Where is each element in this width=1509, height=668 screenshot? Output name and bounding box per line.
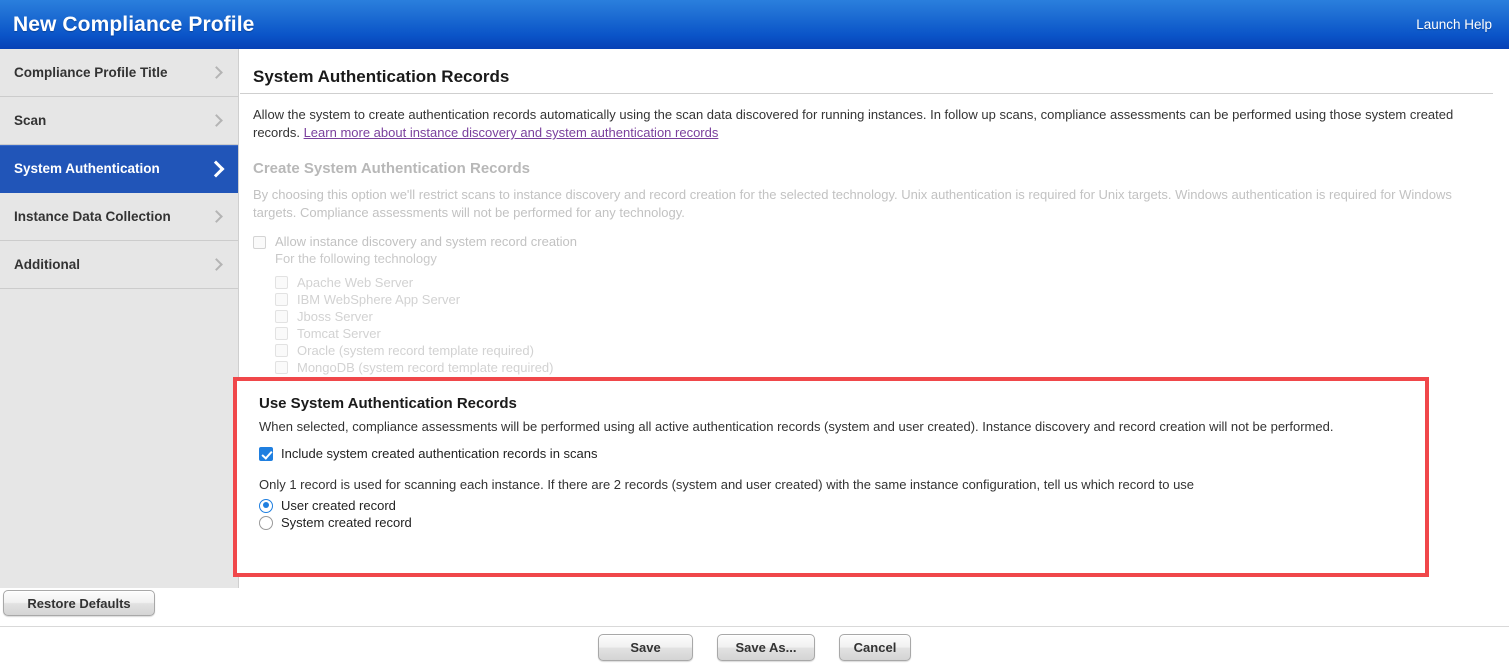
ibm-websphere-app-server-checkbox bbox=[275, 293, 288, 306]
technology-label: Apache Web Server bbox=[297, 275, 413, 291]
app-header: New Compliance Profile Launch Help bbox=[0, 0, 1509, 49]
tomcat-server-checkbox bbox=[275, 327, 288, 340]
technology-label: Tomcat Server bbox=[297, 326, 381, 342]
radio-user-created-record-label: User created record bbox=[281, 498, 396, 513]
technology-sub-note: For the following technology bbox=[253, 251, 1489, 266]
chevron-right-icon bbox=[210, 161, 224, 177]
radio-user-created-record-button[interactable] bbox=[259, 499, 273, 513]
use-section-title: Use System Authentication Records bbox=[259, 395, 1407, 412]
sidebar-item-instance-data-collection[interactable]: Instance Data Collection bbox=[0, 193, 238, 241]
include-system-records-label: Include system created authentication re… bbox=[281, 446, 598, 461]
allow-instance-discovery-row: Allow instance discovery and system reco… bbox=[253, 234, 1489, 250]
apache-web-server-checkbox bbox=[275, 276, 288, 289]
main-content: System Authentication Records Allow the … bbox=[240, 49, 1509, 588]
sidebar-item-additional[interactable]: Additional bbox=[0, 241, 238, 289]
cancel-button[interactable]: Cancel bbox=[839, 634, 911, 661]
create-section-title: Create System Authentication Records bbox=[253, 160, 1489, 177]
radio-system-created-record-label: System created record bbox=[281, 515, 412, 530]
sidebar-item-label: Compliance Profile Title bbox=[14, 65, 210, 80]
sidebar-item-label: System Authentication bbox=[14, 161, 210, 176]
technology-row: MongoDB (system record template required… bbox=[275, 359, 1489, 376]
sidebar-item-label: Additional bbox=[14, 257, 210, 272]
use-system-auth-records-section: Use System Authentication Records When s… bbox=[237, 381, 1425, 530]
chevron-right-icon bbox=[210, 65, 224, 81]
save-as-button[interactable]: Save As... bbox=[717, 634, 815, 661]
create-section-description: By choosing this option we'll restrict s… bbox=[253, 186, 1489, 222]
technology-label: MongoDB (system record template required… bbox=[297, 360, 554, 376]
create-system-auth-records-section: Create System Authentication Records By … bbox=[240, 142, 1509, 376]
mongodb-checkbox bbox=[275, 361, 288, 374]
restore-defaults-area: Restore Defaults bbox=[0, 590, 239, 626]
learn-more-link[interactable]: Learn more about instance discovery and … bbox=[304, 125, 719, 140]
technology-label: Oracle (system record template required) bbox=[297, 343, 534, 359]
technology-row: Tomcat Server bbox=[275, 325, 1489, 342]
allow-instance-discovery-checkbox bbox=[253, 236, 266, 249]
page-title: New Compliance Profile bbox=[0, 13, 254, 37]
intro-paragraph: Allow the system to create authenticatio… bbox=[240, 94, 1509, 142]
technology-row: Jboss Server bbox=[275, 308, 1489, 325]
use-system-auth-records-highlight: Use System Authentication Records When s… bbox=[233, 377, 1429, 577]
chevron-right-icon bbox=[210, 113, 224, 129]
radio-system-created-record-button[interactable] bbox=[259, 516, 273, 530]
technology-label: IBM WebSphere App Server bbox=[297, 292, 460, 308]
compliance-profile-window: New Compliance Profile Launch Help Compl… bbox=[0, 0, 1509, 668]
sidebar-item-compliance-profile-title[interactable]: Compliance Profile Title bbox=[0, 49, 238, 97]
footer-actions: Save Save As... Cancel bbox=[0, 626, 1509, 668]
record-selection-note: Only 1 record is used for scanning each … bbox=[259, 477, 1407, 492]
sidebar-item-scan[interactable]: Scan bbox=[0, 97, 238, 145]
sidebar-item-system-authentication[interactable]: System Authentication bbox=[0, 145, 238, 193]
use-section-description: When selected, compliance assessments wi… bbox=[259, 418, 1407, 436]
sidebar-item-label: Instance Data Collection bbox=[14, 209, 210, 224]
save-button[interactable]: Save bbox=[598, 634, 693, 661]
chevron-right-icon bbox=[210, 257, 224, 273]
sidebar-nav: Compliance Profile Title Scan System Aut… bbox=[0, 49, 239, 588]
launch-help-link[interactable]: Launch Help bbox=[1416, 17, 1509, 32]
technology-row: IBM WebSphere App Server bbox=[275, 291, 1489, 308]
radio-user-created-record[interactable]: User created record bbox=[259, 498, 1407, 513]
oracle-checkbox bbox=[275, 344, 288, 357]
sidebar-item-label: Scan bbox=[14, 113, 210, 128]
restore-defaults-button[interactable]: Restore Defaults bbox=[3, 590, 155, 616]
radio-system-created-record[interactable]: System created record bbox=[259, 515, 1407, 530]
technology-label: Jboss Server bbox=[297, 309, 373, 325]
technology-checkbox-list: Apache Web Server IBM WebSphere App Serv… bbox=[253, 274, 1489, 376]
technology-row: Oracle (system record template required) bbox=[275, 342, 1489, 359]
technology-row: Apache Web Server bbox=[275, 274, 1489, 291]
section-title: System Authentication Records bbox=[240, 49, 1493, 94]
jboss-server-checkbox bbox=[275, 310, 288, 323]
allow-instance-discovery-label: Allow instance discovery and system reco… bbox=[275, 234, 577, 250]
include-system-records-row[interactable]: Include system created authentication re… bbox=[259, 446, 1407, 461]
chevron-right-icon bbox=[210, 209, 224, 225]
include-system-records-checkbox[interactable] bbox=[259, 447, 273, 461]
